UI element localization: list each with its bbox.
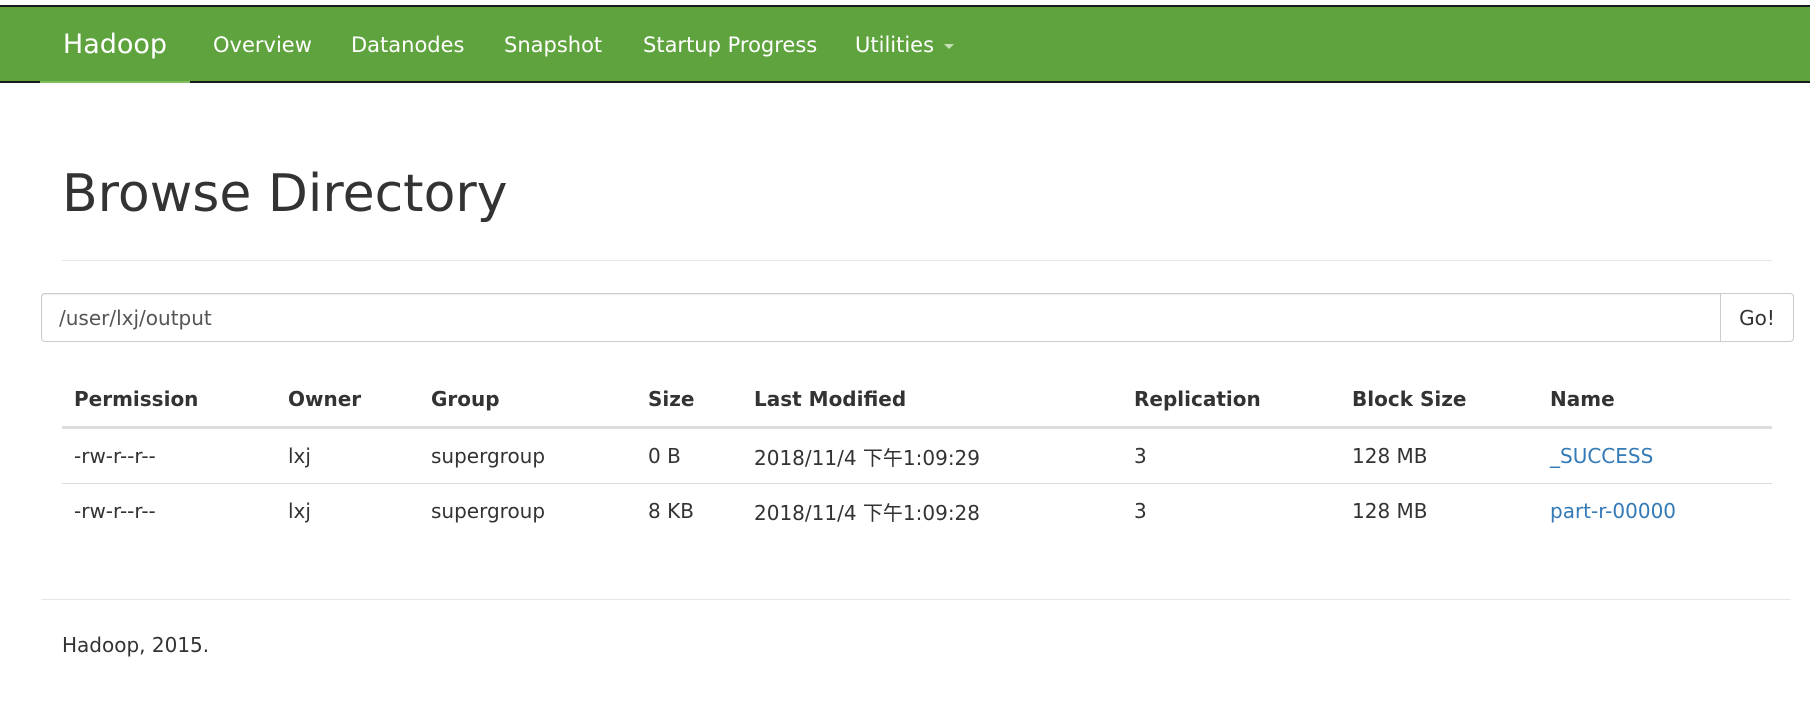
table-row: -rw-r--r-- lxj supergroup 8 KB 2018/11/4… [62,484,1772,539]
nav-datanodes[interactable]: Datanodes [351,7,465,83]
file-link-part-r-00000[interactable]: part-r-00000 [1550,499,1676,523]
cell-owner: lxj [288,499,311,523]
nav-snapshot[interactable]: Snapshot [504,7,602,83]
cell-group: supergroup [419,427,636,484]
cell-size: 8 KB [648,499,694,523]
cell-last-modified: 2018/11/4 下午1:09:29 [742,427,1122,484]
nav-overview[interactable]: Overview [213,7,312,83]
nav-startup-progress[interactable]: Startup Progress [643,7,817,83]
cell-replication: 3 [1134,499,1147,523]
cell-permission: -rw-r--r-- [74,499,156,523]
nav-utilities-label: Utilities [855,33,935,57]
directory-path-input[interactable] [41,293,1721,342]
column-header-name[interactable]: Name [1538,372,1772,429]
cell-last-modified: 2018/11/4 下午1:09:28 [754,500,981,525]
column-header-replication[interactable]: Replication [1122,372,1340,429]
footer-copyright: Hadoop, 2015. [62,633,210,657]
column-header-last-modified[interactable]: Last Modified [742,372,1122,429]
column-header-block-size[interactable]: Block Size [1340,372,1538,429]
cell-owner: lxj [276,427,419,484]
cell-size: 0 B [636,427,742,484]
cell-replication: 3 [1122,427,1340,484]
table-row: -rw-r--r-- lxj supergroup 0 B 2018/11/4 … [62,427,1772,484]
title-divider [62,260,1772,261]
cell-group: supergroup [431,499,546,523]
cell-name: _SUCCESS [1538,427,1772,484]
chevron-down-icon [944,44,955,49]
top-navbar: Hadoop Overview Datanodes Snapshot Start… [0,5,1810,83]
column-header-size[interactable]: Size [636,372,742,429]
go-button[interactable]: Go! [1720,293,1794,342]
column-header-group[interactable]: Group [419,372,636,429]
file-link-success[interactable]: _SUCCESS [1550,444,1653,468]
cell-block-size: 128 MB [1340,427,1538,484]
column-header-permission[interactable]: Permission [62,372,276,429]
table-header-row: Permission Owner Group Size Last Modifie… [62,372,1772,429]
cell-name: part-r-00000 [1538,484,1772,539]
cell-block-size: 128 MB [1352,499,1428,523]
footer-divider [41,599,1791,600]
cell-permission: -rw-r--r-- [62,427,276,484]
brand-link[interactable]: Hadoop [40,7,190,83]
directory-listing-table: Permission Owner Group Size Last Modifie… [62,372,1772,538]
nav-utilities-dropdown[interactable]: Utilities [855,7,955,83]
column-header-owner[interactable]: Owner [276,372,419,429]
page-title: Browse Directory [62,164,508,224]
